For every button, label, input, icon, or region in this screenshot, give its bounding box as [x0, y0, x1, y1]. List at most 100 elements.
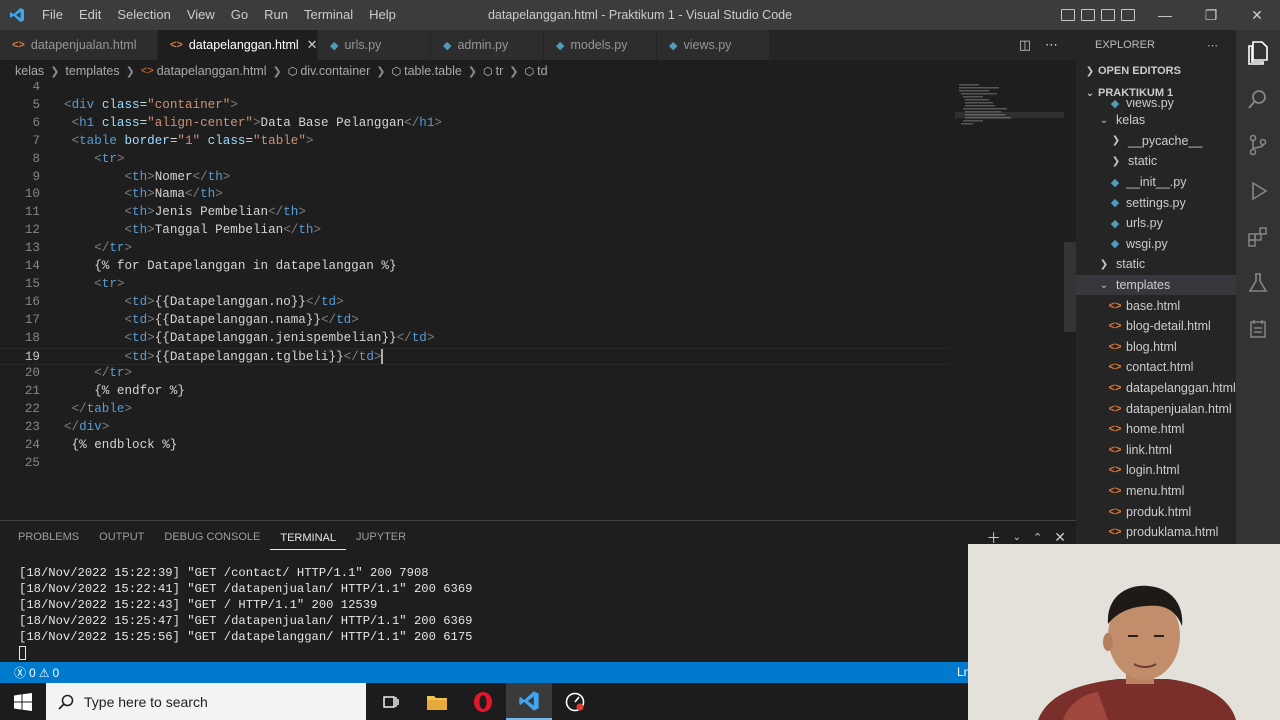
tree-item[interactable]: ◆ __init__.py [1076, 172, 1236, 193]
open-editors-section[interactable]: ❯ OPEN EDITORS [1076, 60, 1236, 82]
tree-item[interactable]: <> home.html [1076, 419, 1236, 440]
customize-layout-icon[interactable] [1121, 9, 1135, 21]
scrollbar-thumb[interactable] [1064, 242, 1076, 332]
tab-models-py[interactable]: ◆ models.py [544, 30, 657, 60]
tree-item[interactable]: <> produklama.html [1076, 522, 1236, 543]
split-editor-icon[interactable]: ◫ [1019, 37, 1031, 53]
explorer-icon[interactable] [1236, 30, 1280, 76]
restore-button[interactable]: ❐ [1188, 0, 1234, 30]
terminal-output[interactable]: [18/Nov/2022 15:22:39] "GET /contact/ HT… [19, 565, 472, 661]
maximize-panel-icon[interactable]: ⌃ [1033, 531, 1042, 544]
vscode-taskbar-icon[interactable] [506, 683, 552, 720]
terminal-dropdown-icon[interactable]: ⌄ [1013, 532, 1021, 543]
minimap[interactable] [955, 82, 1065, 520]
code-line[interactable]: 23 </div> [0, 419, 950, 437]
toggle-panel-icon[interactable] [1081, 9, 1095, 21]
code-line[interactable]: 13 </tr> [0, 240, 950, 258]
menu-terminal[interactable]: Terminal [296, 0, 361, 30]
code-line[interactable]: 5 <div class="container"> [0, 97, 950, 115]
code-line[interactable]: 6 <h1 class="align-center">Data Base Pel… [0, 115, 950, 133]
breadcrumb-item[interactable]: templates [65, 64, 119, 78]
run-debug-icon[interactable] [1236, 168, 1280, 214]
tab-admin-py[interactable]: ◆ admin.py [431, 30, 544, 60]
code-line[interactable]: 24 {% endblock %} [0, 437, 950, 455]
warning-count[interactable]: 0 [52, 666, 59, 680]
breadcrumb-item[interactable]: td [537, 64, 547, 78]
tree-item[interactable]: ❯ static [1076, 151, 1236, 172]
close-tab-icon[interactable]: ✕ [307, 37, 318, 53]
tab-datapenjualan-html[interactable]: <> datapenjualan.html [0, 30, 158, 60]
breadcrumb-item[interactable]: kelas [15, 64, 44, 78]
code-line[interactable]: 10 <th>Nama</th> [0, 186, 950, 204]
tree-item[interactable]: <> menu.html [1076, 481, 1236, 502]
taskbar-search[interactable]: Type here to search [46, 683, 366, 720]
testing-flask-icon[interactable] [1236, 260, 1280, 306]
error-count[interactable]: 0 [29, 666, 36, 680]
code-line[interactable]: 17 <td>{{Datapelanggan.nama}}</td> [0, 312, 950, 330]
tree-item[interactable]: <> login.html [1076, 460, 1236, 481]
menu-edit[interactable]: Edit [71, 0, 109, 30]
tree-item[interactable]: ◆ urls.py [1076, 213, 1236, 234]
panel-tab-debug-console[interactable]: DEBUG CONSOLE [154, 521, 270, 554]
code-line[interactable]: 18 <td>{{Datapelanggan.jenispembelian}}<… [0, 330, 950, 348]
code-line[interactable]: 12 <th>Tanggal Pembelian</th> [0, 222, 950, 240]
code-line[interactable]: 19 <td>{{Datapelanggan.tglbeli}}</td> [0, 347, 950, 366]
tree-item[interactable]: ◆ views.py [1076, 100, 1236, 110]
minimize-button[interactable]: — [1142, 0, 1188, 30]
file-explorer-icon[interactable] [414, 683, 460, 720]
toggle-secondary-sidebar-icon[interactable] [1101, 9, 1115, 21]
tree-item[interactable]: <> link.html [1076, 440, 1236, 461]
tab-views-py[interactable]: ◆ views.py [657, 30, 770, 60]
panel-tab-terminal[interactable]: TERMINAL [270, 526, 346, 550]
code-line[interactable]: 14 {% for Datapelanggan in datapelanggan… [0, 258, 950, 276]
panel-tab-output[interactable]: OUTPUT [89, 521, 154, 554]
code-line[interactable]: 16 <td>{{Datapelanggan.no}}</td> [0, 294, 950, 312]
code-line[interactable]: 20 </tr> [0, 365, 950, 383]
more-actions-icon[interactable]: ⋯ [1207, 39, 1218, 52]
tree-item[interactable]: ◆ settings.py [1076, 192, 1236, 213]
editor-scrollbar[interactable] [1064, 82, 1076, 520]
tree-item[interactable]: ⌄ templates [1076, 274, 1236, 296]
tree-item[interactable]: <> blog.html [1076, 337, 1236, 358]
more-actions-icon[interactable]: ⋯ [1045, 37, 1058, 53]
screen-recorder-icon[interactable] [552, 683, 598, 720]
code-line[interactable]: 15 <tr> [0, 276, 950, 294]
tree-item[interactable]: <> contact.html [1076, 357, 1236, 378]
menu-help[interactable]: Help [361, 0, 404, 30]
code-editor[interactable]: 4 5 <div class="container"> 6 <h1 class="al… [0, 82, 1076, 520]
remote-explorer-icon[interactable] [1236, 306, 1280, 352]
tree-item[interactable]: <> blog-detail.html [1076, 316, 1236, 337]
windows-start-icon[interactable] [0, 683, 46, 720]
search-icon[interactable] [1236, 76, 1280, 122]
tree-item[interactable]: <> datapelanggan.html [1076, 378, 1236, 399]
code-line[interactable]: 4 [0, 82, 950, 97]
menu-go[interactable]: Go [223, 0, 256, 30]
error-icon[interactable]: Ⓧ [14, 664, 26, 681]
tree-item[interactable]: ◆ wsgi.py [1076, 234, 1236, 255]
code-line[interactable]: 22 </table> [0, 401, 950, 419]
tree-item[interactable]: ❯ __pycache__ [1076, 131, 1236, 152]
panel-tab-jupyter[interactable]: JUPYTER [346, 521, 416, 554]
breadcrumb-item[interactable]: div.container [300, 64, 370, 78]
source-control-icon[interactable] [1236, 122, 1280, 168]
tab-urls-py[interactable]: ◆ urls.py [318, 30, 431, 60]
code-line[interactable]: 21 {% endfor %} [0, 383, 950, 401]
code-line[interactable]: 9 <th>Nomer</th> [0, 169, 950, 187]
tab-datapelanggan-html[interactable]: <> datapelanggan.html ✕ [158, 30, 318, 60]
breadcrumb-item[interactable]: table.table [404, 64, 462, 78]
tree-item[interactable]: <> datapenjualan.html [1076, 398, 1236, 419]
warning-icon[interactable]: ⚠ [39, 666, 50, 680]
panel-tab-problems[interactable]: PROBLEMS [8, 521, 89, 554]
menu-selection[interactable]: Selection [109, 0, 178, 30]
menu-run[interactable]: Run [256, 0, 296, 30]
code-line[interactable]: 11 <th>Jenis Pembelian</th> [0, 204, 950, 222]
breadcrumb-item[interactable]: tr [496, 64, 504, 78]
tree-item[interactable]: ⌄ kelas [1076, 110, 1236, 131]
code-line[interactable]: 8 <tr> [0, 151, 950, 169]
breadcrumb-item[interactable]: datapelanggan.html [157, 64, 267, 78]
terminal-prompt[interactable] [19, 645, 472, 661]
tree-item[interactable]: ❯ static [1076, 254, 1236, 275]
menu-file[interactable]: File [34, 0, 71, 30]
tree-item[interactable]: <> base.html [1076, 295, 1236, 316]
menu-view[interactable]: View [179, 0, 223, 30]
